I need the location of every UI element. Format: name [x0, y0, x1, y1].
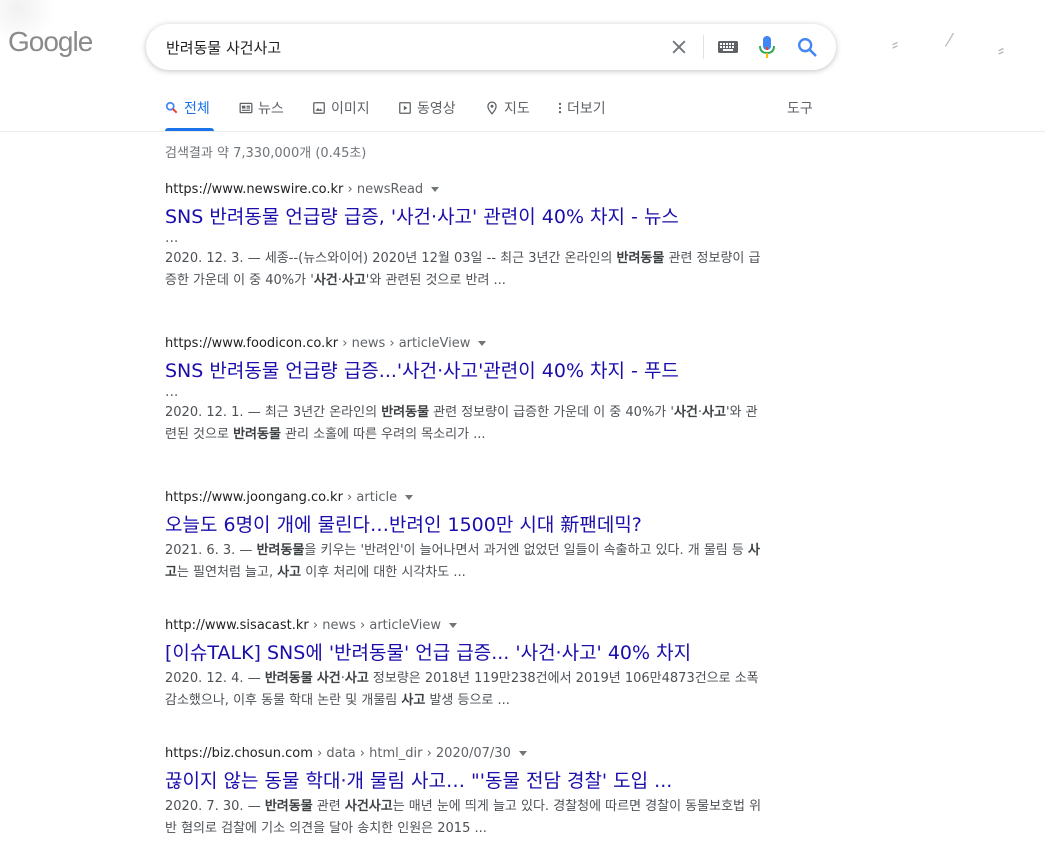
search-result: http://www.sisacast.kr › news › articleV… — [165, 616, 765, 712]
tab-all[interactable]: 전체 — [165, 98, 214, 131]
keyboard-icon[interactable] — [717, 38, 739, 56]
result-snippet: 2021. 6. 3. — 반려동물을 키우는 '반려인'이 늘어나면서 과거엔… — [165, 543, 760, 580]
search-result: https://www.foodicon.co.kr › news › arti… — [165, 334, 765, 446]
search-icon[interactable] — [796, 36, 818, 58]
doodle-mark-3: ⸗ — [998, 40, 1004, 61]
snippet-highlight: 사고 — [341, 273, 366, 288]
search-result: https://biz.chosun.com › data › html_dir… — [165, 744, 765, 840]
tab-label: 지도 — [504, 101, 530, 117]
tab-label: 더보기 — [567, 101, 606, 117]
tab-news[interactable]: 뉴스 — [239, 98, 284, 131]
snippet-highlight: 반려동물 — [616, 251, 665, 266]
tab-label: 이미지 — [331, 101, 370, 117]
snippet-highlight: 반려동물 — [381, 405, 430, 420]
microphone-icon[interactable] — [758, 35, 776, 59]
tab-label: 뉴스 — [258, 101, 284, 117]
result-url[interactable]: http://www.sisacast.kr › news › articleV… — [165, 616, 765, 636]
snippet-highlight: 반려동물 — [256, 543, 305, 558]
caret-down-icon[interactable] — [518, 751, 527, 756]
result-title-ellipsis: ... — [165, 384, 179, 400]
caret-down-icon[interactable] — [405, 495, 414, 500]
snippet-text: 발생 등으로 ... — [425, 693, 510, 708]
snippet-highlight: 사고 — [702, 405, 726, 420]
tab-label: 전체 — [184, 101, 210, 117]
doodle-mark-1: ⸗ — [892, 34, 898, 55]
snippet-text: 관련 — [312, 799, 345, 814]
video-icon — [399, 102, 411, 114]
search-result: https://www.joongang.co.kr › article 오늘도… — [165, 488, 765, 584]
search-icon — [165, 101, 178, 114]
snippet-highlight: 사건 — [316, 671, 341, 686]
snippet-highlight: 사건 — [313, 273, 338, 288]
result-url[interactable]: https://biz.chosun.com › data › html_dir… — [165, 744, 765, 764]
search-result: https://www.newswire.co.kr › newsRead SN… — [165, 180, 765, 292]
news-icon — [239, 102, 253, 114]
result-url[interactable]: https://www.foodicon.co.kr › news › arti… — [165, 334, 765, 354]
snippet-text: 최근 3년간 온라인의 — [264, 405, 382, 420]
result-snippet: 2020. 12. 3. — 세종--(뉴스와이어) 2020년 12월 03일… — [165, 251, 761, 288]
result-title[interactable]: SNS 반려동물 언급량 급증...'사건·사고'관련이 40% 차지 - 푸드 — [165, 358, 765, 384]
snippet-text: 관련 정보량이 급증한 가운데 이 중 40%가 ' — [429, 405, 674, 420]
result-title[interactable]: 오늘도 6명이 개에 물린다…반려인 1500만 시대 新팬데믹? — [165, 512, 765, 538]
snippet-text: 이후 처리에 대한 시각차도 ... — [301, 565, 466, 580]
tab-videos[interactable]: 동영상 — [398, 98, 456, 131]
snippet-text: 관리 소홀에 따른 우려의 목소리가 ... — [280, 427, 486, 442]
caret-down-icon[interactable] — [478, 341, 487, 346]
search-input[interactable] — [166, 35, 646, 59]
snippet-text: 을 키우는 '반려인'이 늘어나면서 과거엔 없었던 일들이 속출하고 있다. … — [304, 543, 748, 558]
result-snippet: 2020. 7. 30. — 반려동물 관련 사건사고는 매년 눈에 띄게 늘고… — [165, 799, 762, 836]
more-vert-icon — [558, 102, 562, 114]
caret-down-icon[interactable] — [448, 623, 457, 628]
result-title[interactable]: 끊이지 않는 동물 학대·개 물림 사고… "'동물 전담 경찰' 도입 ... — [165, 768, 765, 794]
result-snippet: 2020. 12. 4. — 반려동물 사건·사고 정보량은 2018년 119… — [165, 671, 759, 708]
snippet-highlight: 사고 — [344, 671, 369, 686]
tab-images[interactable]: 이미지 — [312, 98, 370, 131]
snippet-highlight: 반려동물 — [264, 671, 313, 686]
doodle-mark-2: ⁄ — [948, 30, 952, 51]
snippet-highlight: 반려동물 — [233, 427, 281, 442]
map-pin-icon — [487, 101, 497, 115]
tab-more[interactable]: 더보기 — [557, 98, 606, 131]
snippet-highlight: 사고 — [401, 693, 426, 708]
snippet-highlight: 사고 — [277, 565, 302, 580]
snippet-highlight: 사건사고 — [344, 799, 393, 814]
result-title[interactable]: [이슈TALK] SNS에 '반려동물' 언급 급증... '사건·사고' 40… — [165, 640, 765, 666]
clear-icon[interactable] — [669, 37, 689, 57]
tab-maps[interactable]: 지도 — [485, 98, 530, 131]
snippet-text: 세종--(뉴스와이어) 2020년 12월 03일 -- 최근 3년간 온라인의 — [264, 251, 617, 266]
result-title-ellipsis: ... — [165, 230, 179, 246]
header: Google ⸗ ⁄ ⸗ 반려동물 사건사고 전체 뉴스 이미지 동영상 지도 … — [0, 0, 1045, 132]
search-box — [146, 24, 836, 70]
tab-label: 동영상 — [417, 101, 456, 117]
snippet-text: 는 필연처럼 늘고, — [176, 565, 278, 580]
result-url[interactable]: https://www.joongang.co.kr › article — [165, 488, 765, 508]
tools-button[interactable]: 도구 — [787, 98, 813, 118]
caret-down-icon[interactable] — [431, 187, 440, 192]
google-logo[interactable]: Google — [8, 26, 93, 58]
snippet-text: '와 관련된 것으로 반려 ... — [365, 273, 506, 288]
snippet-highlight: 사건 — [673, 405, 698, 420]
result-url[interactable]: https://www.newswire.co.kr › newsRead — [165, 180, 765, 200]
result-snippet: 2020. 12. 1. — 최근 3년간 온라인의 반려동물 관련 정보량이 … — [165, 405, 758, 442]
snippet-highlight: 반려동물 — [264, 799, 313, 814]
search-divider — [703, 35, 704, 59]
image-icon — [313, 102, 325, 114]
result-stats: 검색결과 약 7,330,000개 (0.45초) — [165, 146, 367, 161]
result-title[interactable]: SNS 반려동물 언급량 급증, '사건·사고' 관련이 40% 차지 - 뉴스 — [165, 204, 765, 230]
